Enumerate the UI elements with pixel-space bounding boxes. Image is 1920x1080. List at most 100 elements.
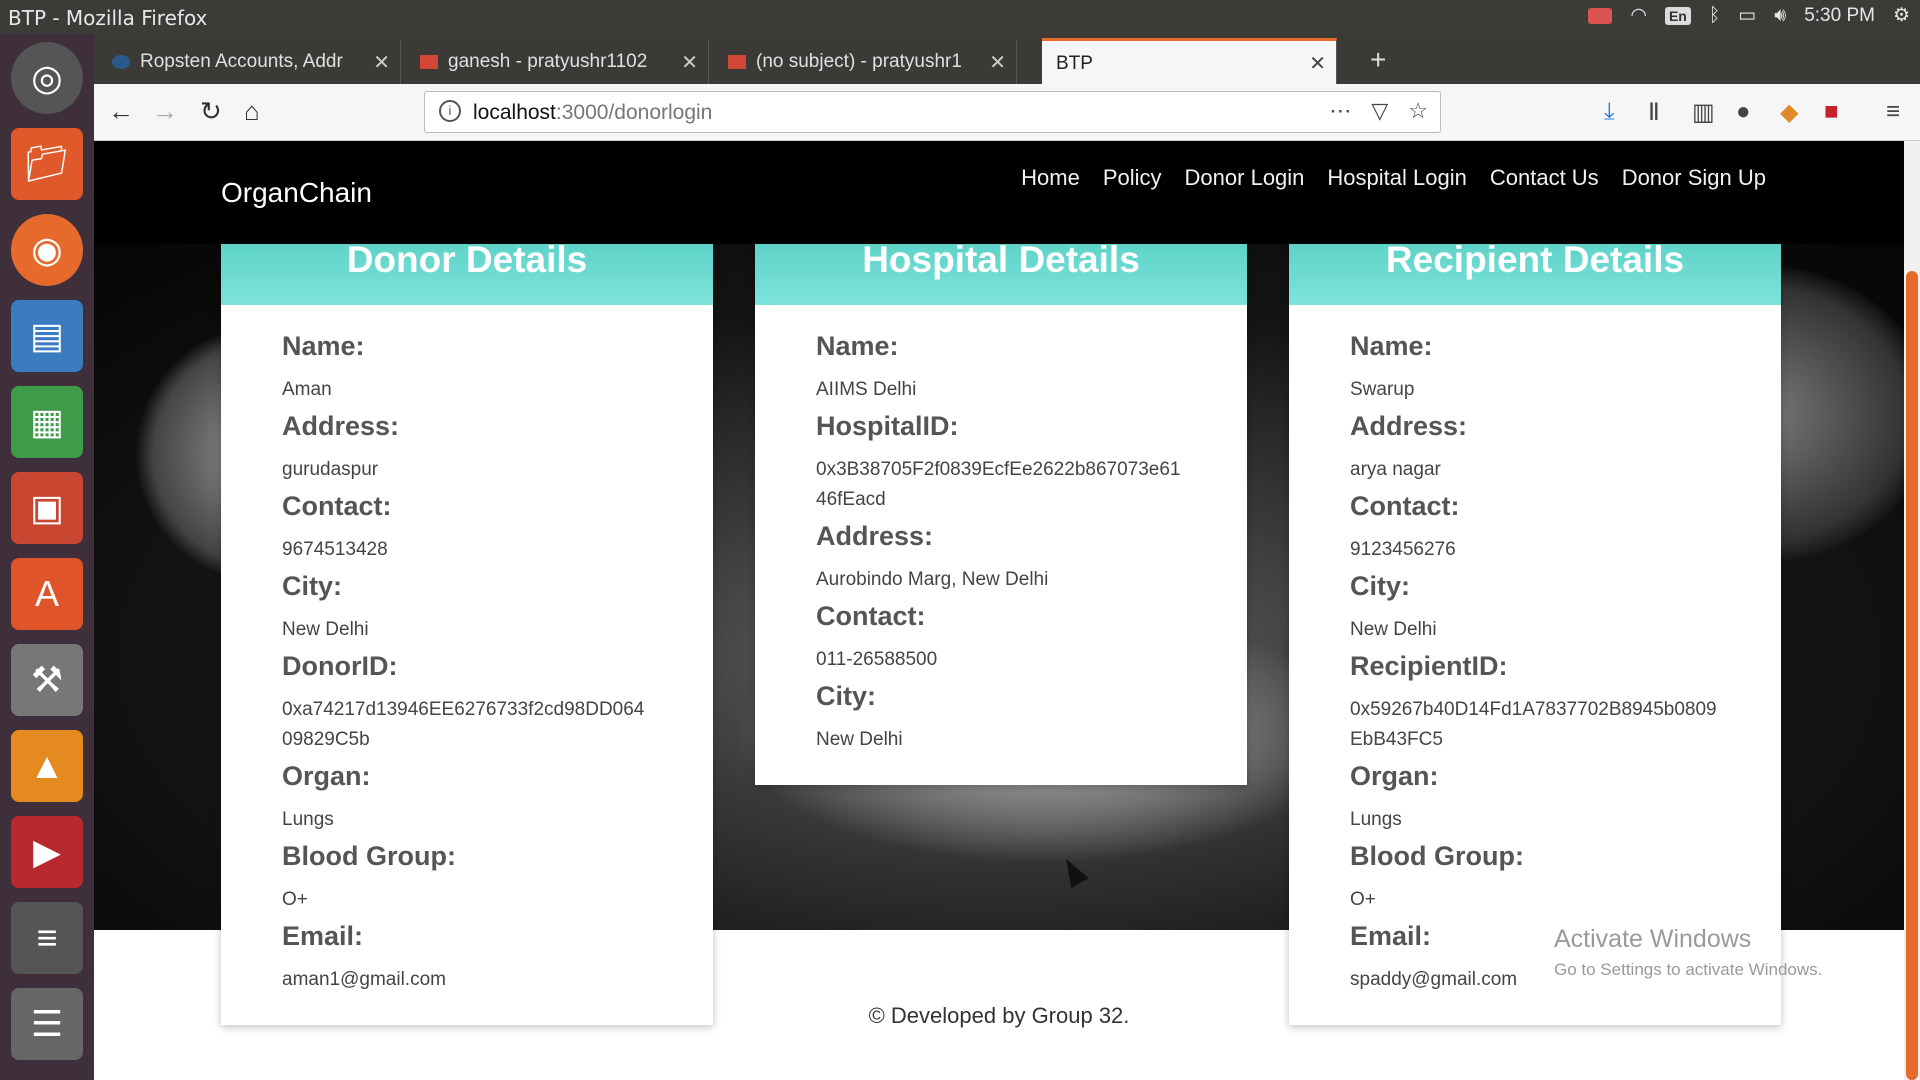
- tab-label: BTP: [1056, 53, 1093, 74]
- recipient-id-label: RecipientID:: [1350, 651, 1508, 681]
- recipient-id: 0x59267b40D14Fd1A7837702B8945b0809EbB43F…: [1350, 699, 1717, 750]
- city-label: City:: [282, 571, 342, 601]
- system-top-bar: BTP - Mozilla Firefox ◠ En ᛒ ▭ 🔊︎ 5:30 P…: [0, 0, 1920, 34]
- site-info-icon[interactable]: i: [439, 100, 461, 122]
- screen-record-icon[interactable]: [1588, 7, 1613, 24]
- blood-group-label: Blood Group:: [1350, 841, 1524, 871]
- watermark-subtitle: Go to Settings to activate Windows.: [1554, 960, 1823, 979]
- bookmark-star-icon[interactable]: ☆: [1408, 98, 1428, 124]
- app-launcher: ◎ 📁︎ ◉ ▤ ▦ ▣ A ⚒ ▲ ▶ ≡ ☰: [0, 34, 94, 1080]
- library-icon[interactable]: Ⅱ: [1648, 98, 1660, 127]
- system-tray: ◠ En ᛒ ▭ 🔊︎ 5:30 PM ⚙: [1588, 4, 1910, 27]
- watermark-title: Activate Windows: [1554, 925, 1752, 953]
- scrollbar-thumb[interactable]: [1906, 271, 1918, 1080]
- web-page: OrganChain Home Policy Donor Login Hospi…: [94, 141, 1920, 1080]
- tab-gmail-ganesh[interactable]: ganesh - pratyushr1102 ✕: [408, 40, 709, 84]
- page-actions-icon[interactable]: ⋯: [1329, 98, 1351, 124]
- presentation-icon[interactable]: ▣: [11, 472, 83, 544]
- donor-contact: 9674513428: [282, 539, 388, 560]
- donor-id-label: DonorID:: [282, 651, 398, 681]
- close-tab-icon[interactable]: ✕: [989, 50, 1006, 75]
- tab-label: (no subject) - pratyushr1: [756, 51, 962, 72]
- nav-contact-us[interactable]: Contact Us: [1490, 165, 1599, 191]
- city-label: City:: [816, 681, 876, 711]
- address-label: Address:: [282, 411, 400, 441]
- donor-name: Aman: [282, 379, 332, 400]
- organ-label: Organ:: [282, 761, 371, 791]
- recipient-organ: Lungs: [1350, 809, 1402, 830]
- account-icon[interactable]: ●: [1736, 98, 1751, 126]
- spreadsheet-icon[interactable]: ▦: [11, 386, 83, 458]
- tab-label: Ropsten Accounts, Addr: [140, 51, 343, 72]
- ubuntu-dash-icon[interactable]: ◎: [11, 42, 83, 114]
- system-settings-icon[interactable]: ⚒: [11, 644, 83, 716]
- language-indicator[interactable]: En: [1664, 6, 1691, 25]
- reload-icon[interactable]: ↻: [200, 96, 222, 127]
- donor-id: 0xa74217d13946EE6276733f2cd98DD06409829C…: [282, 699, 645, 750]
- vlc-icon[interactable]: ▲: [11, 730, 83, 802]
- files-icon[interactable]: 📁︎: [11, 128, 83, 200]
- tab-btp[interactable]: BTP ✕: [1042, 38, 1337, 87]
- donor-organ: Lungs: [282, 809, 334, 830]
- close-tab-icon[interactable]: ✕: [681, 50, 698, 75]
- close-tab-icon[interactable]: ✕: [1309, 51, 1326, 76]
- sidebar-icon[interactable]: ▥: [1692, 98, 1715, 127]
- address-bar[interactable]: i localhost:3000/donorlogin ⋯ ▽ ☆: [424, 91, 1441, 133]
- media-player-icon[interactable]: ▶: [11, 816, 83, 888]
- more-apps-icon[interactable]: ☰: [11, 988, 83, 1060]
- card-heading: Donor Details: [221, 241, 713, 305]
- donor-blood-group: O+: [282, 889, 308, 910]
- nav-hospital-login[interactable]: Hospital Login: [1327, 165, 1466, 191]
- url-text[interactable]: localhost:3000/donorlogin: [473, 101, 712, 125]
- nav-donor-sign-up[interactable]: Donor Sign Up: [1622, 165, 1766, 191]
- tab-gmail-no-subject[interactable]: (no subject) - pratyushr1 ✕: [716, 40, 1017, 84]
- page-scrollbar[interactable]: [1904, 141, 1920, 1080]
- volume-icon[interactable]: 🔊︎: [1774, 5, 1786, 27]
- back-arrow-icon[interactable]: ←: [108, 96, 134, 127]
- nav-donor-login[interactable]: Donor Login: [1185, 165, 1305, 191]
- stacked-windows-icon[interactable]: ≡: [11, 902, 83, 974]
- clock[interactable]: 5:30 PM: [1804, 5, 1875, 27]
- hospital-contact: 011-26588500: [816, 649, 938, 670]
- new-tab-plus-icon[interactable]: +: [1370, 44, 1386, 76]
- card-heading: Hospital Details: [755, 241, 1247, 305]
- wifi-icon[interactable]: ◠: [1630, 4, 1647, 27]
- tab-ropsten[interactable]: Ropsten Accounts, Addr ✕: [100, 40, 401, 84]
- hospital-id: 0x3B38705F2f0839EcfEe2622b867073e6146fEa…: [816, 459, 1181, 510]
- hospital-id-label: HospitalID:: [816, 411, 959, 441]
- contact-label: Contact:: [816, 601, 926, 631]
- donor-city: New Delhi: [282, 619, 369, 640]
- contact-label: Contact:: [282, 491, 392, 521]
- recipient-city: New Delhi: [1350, 619, 1437, 640]
- address-label: Address:: [1350, 411, 1468, 441]
- bluetooth-icon[interactable]: ᛒ: [1709, 5, 1720, 27]
- metamask-extension-icon[interactable]: ◆: [1780, 98, 1798, 127]
- battery-icon[interactable]: ▭: [1738, 4, 1756, 27]
- recipient-details-card: Recipient Details Name: Swarup Address: …: [1289, 241, 1781, 1025]
- image-viewer-icon[interactable]: ▤: [11, 300, 83, 372]
- gmail-favicon-icon: [728, 55, 746, 69]
- firefox-icon[interactable]: ◉: [11, 214, 83, 286]
- hospital-city: New Delhi: [816, 729, 903, 750]
- site-navbar: OrganChain Home Policy Donor Login Hospi…: [94, 141, 1904, 244]
- site-footer: © Developed by Group 32.: [868, 1003, 1130, 1028]
- forward-arrow-icon[interactable]: →: [152, 96, 178, 127]
- nav-home[interactable]: Home: [1021, 165, 1080, 191]
- downloads-icon[interactable]: ⤓: [1604, 98, 1615, 126]
- pocket-icon[interactable]: ▽: [1371, 98, 1388, 124]
- close-tab-icon[interactable]: ✕: [373, 50, 390, 75]
- nav-policy[interactable]: Policy: [1103, 165, 1162, 191]
- hamburger-menu-icon[interactable]: ≡: [1886, 98, 1900, 126]
- extension-icon[interactable]: ■: [1824, 98, 1839, 126]
- name-label: Name:: [1350, 331, 1433, 361]
- etherscan-favicon-icon: [112, 55, 130, 69]
- hospital-address: Aurobindo Marg, New Delhi: [816, 569, 1049, 590]
- name-label: Name:: [282, 331, 365, 361]
- settings-gear-icon[interactable]: ⚙: [1893, 4, 1910, 27]
- donor-address: gurudaspur: [282, 459, 379, 480]
- site-brand[interactable]: OrganChain: [221, 177, 372, 209]
- recipient-contact: 9123456276: [1350, 539, 1456, 560]
- gmail-favicon-icon: [420, 55, 438, 69]
- home-icon[interactable]: ⌂: [244, 96, 260, 127]
- software-center-icon[interactable]: A: [11, 558, 83, 630]
